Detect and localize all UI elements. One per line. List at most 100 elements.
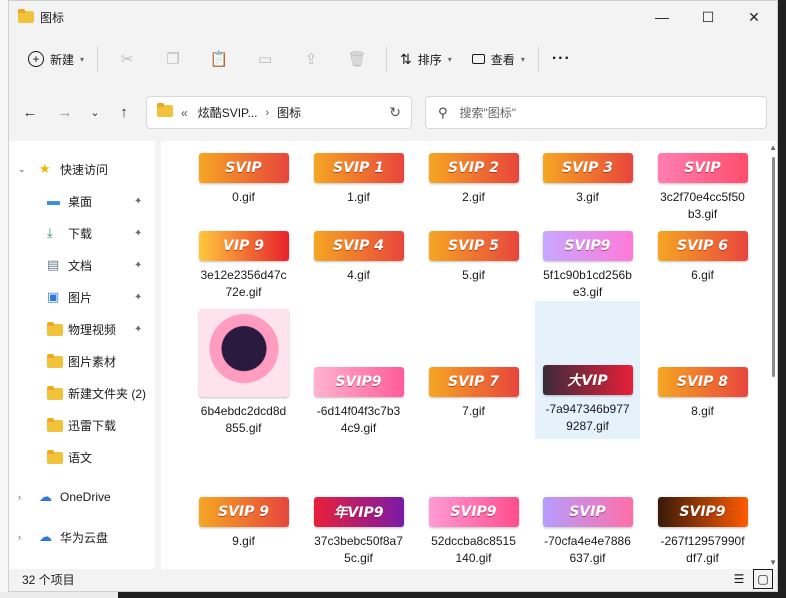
file-item[interactable]: VIP 9 3e12e2356d47c72e.gif (191, 225, 296, 299)
picture-icon: ▣ (47, 289, 60, 304)
details-view-button[interactable]: ☰ (729, 569, 749, 589)
breadcrumb-separator[interactable]: › (266, 107, 270, 119)
maximize-button[interactable]: ☐ (685, 1, 731, 33)
file-item[interactable]: 大VIP -7a947346b9779287.gif (535, 301, 640, 439)
breadcrumb-current[interactable]: 图标 (277, 104, 301, 121)
sidebar-item[interactable]: 新建文件夹 (2) (9, 379, 155, 407)
sidebar-item[interactable]: 物理视频 ✦ (9, 315, 155, 343)
gif-thumbnail: 年VIP9 (313, 497, 404, 527)
recent-locations-button[interactable]: ⌄ (82, 99, 108, 125)
expand-chevron-icon[interactable]: › (18, 532, 21, 542)
view-button[interactable]: 查看 ▾ (465, 43, 532, 75)
pin-icon: ✦ (134, 227, 143, 239)
toolbar-divider (537, 46, 539, 72)
file-item[interactable]: SVIP 5 5.gif (421, 225, 526, 295)
file-name: 2.gif (462, 190, 485, 204)
file-name: 0.gif (232, 190, 255, 204)
download-icon: ⤓ (47, 225, 53, 240)
scrollbar-thumb[interactable] (772, 157, 775, 377)
file-item[interactable]: SVIP 4 4.gif (306, 225, 411, 295)
gif-thumbnail: VIP 9 (198, 231, 289, 261)
file-item[interactable]: SVIP 9 9.gif (191, 491, 296, 569)
rename-icon[interactable]: ▭ (249, 43, 281, 75)
scroll-down-arrow[interactable]: ▼ (769, 558, 777, 567)
gif-thumbnail: SVIP 6 (657, 231, 748, 261)
refresh-button[interactable]: ↻ (389, 104, 401, 121)
sidebar-item[interactable]: ⤓ 下载 ✦ (9, 219, 155, 247)
back-button[interactable]: ← (17, 99, 43, 125)
sidebar-item[interactable]: 图片素材 (9, 347, 155, 375)
file-item[interactable]: SVIP9 -267f12957990fdf7.gif (650, 491, 755, 569)
new-button[interactable]: + 新建 ▾ (21, 43, 91, 75)
plus-circle-icon: + (28, 51, 44, 67)
file-name: 52dccba8c8515140.gif (431, 534, 516, 565)
sidebar-item[interactable]: 迅雷下载 (9, 411, 155, 439)
file-name: 3c2f70e4cc5f50b3.gif (660, 190, 745, 221)
window-controls: — ☐ ✕ (639, 1, 777, 33)
file-item[interactable]: SVIP9 -6d14f04f3c7b34c9.gif (306, 303, 411, 441)
file-item[interactable]: SVIP 3 3.gif (535, 147, 640, 217)
badge-text: SVIP 2 (447, 160, 499, 176)
file-name: 7.gif (462, 404, 485, 418)
sidebar-item[interactable]: 语文 (9, 443, 155, 471)
expand-chevron-icon[interactable]: ⌄ (18, 164, 26, 175)
file-item[interactable]: SVIP 7 7.gif (421, 303, 526, 441)
badge-text: 年VIP9 (333, 505, 384, 521)
sidebar-item[interactable]: › ☁ 华为云盘 (9, 523, 155, 551)
folder-icon (157, 103, 173, 120)
sidebar-item[interactable]: › ☁ OneDrive (9, 483, 155, 511)
tiles-view-button[interactable]: ▢ (753, 569, 773, 589)
file-item[interactable]: SVIP 0.gif (191, 147, 296, 217)
sort-button[interactable]: ⇅ 排序 ▾ (393, 43, 459, 75)
sidebar-item-label: 华为云盘 (60, 530, 109, 545)
file-item[interactable]: SVIP -70cfa4e4e7886637.gif (535, 491, 640, 569)
view-label: 查看 (490, 52, 515, 67)
search-box[interactable]: ⚲ 搜索"图标" (425, 96, 767, 129)
file-item[interactable]: SVIP9 52dccba8c8515140.gif (421, 491, 526, 569)
toolbar-divider (97, 46, 99, 72)
file-name: 37c3bebc50f8a75c.gif (314, 534, 403, 565)
address-overflow[interactable]: « (181, 106, 188, 120)
sidebar-item-label: 物理视频 (68, 322, 117, 337)
file-item[interactable]: SVIP 6 6.gif (650, 225, 755, 295)
share-icon[interactable]: ⇪ (295, 43, 327, 75)
paste-icon[interactable]: 📋 (203, 43, 235, 75)
gif-thumbnail: SVIP9 (428, 497, 519, 527)
gif-thumbnail: SVIP 9 (198, 497, 289, 527)
gif-thumbnail: SVIP 7 (428, 367, 519, 397)
pin-icon: ✦ (134, 259, 143, 271)
gif-thumbnail: SVIP (657, 153, 748, 183)
forward-button[interactable]: → (52, 99, 78, 125)
sidebar-item-label: 文档 (68, 258, 93, 273)
up-button[interactable]: ↑ (111, 99, 137, 125)
more-button[interactable]: ··· (545, 43, 578, 75)
file-item[interactable]: SVIP 8 8.gif (650, 303, 755, 441)
close-button[interactable]: ✕ (731, 1, 777, 33)
minimize-button[interactable]: — (639, 1, 685, 33)
badge-text: SVIP 9 (217, 504, 269, 520)
sidebar-item[interactable]: ⌄ ★ 快速访问 (9, 155, 155, 183)
document-icon: ▤ (47, 257, 60, 272)
pin-icon: ✦ (134, 195, 143, 207)
cut-icon[interactable]: ✂ (111, 43, 143, 75)
address-bar[interactable]: « 炫酷SVIP... › 图标 ↻ (146, 96, 412, 129)
expand-chevron-icon[interactable]: › (18, 492, 21, 502)
badge-text: SVIP9 (679, 504, 726, 520)
file-item[interactable]: SVIP 2 2.gif (421, 147, 526, 217)
scroll-up-arrow[interactable]: ▲ (769, 143, 777, 152)
search-input[interactable]: 搜索"图标" (460, 104, 517, 121)
sidebar-item[interactable]: ▣ 图片 ✦ (9, 283, 155, 311)
file-item[interactable]: 年VIP9 37c3bebc50f8a75c.gif (306, 491, 411, 569)
delete-icon[interactable]: 🗑 (341, 43, 373, 75)
copy-icon[interactable]: ❐ (157, 43, 189, 75)
sidebar-item[interactable]: ▤ 文档 ✦ (9, 251, 155, 279)
breadcrumb-parent[interactable]: 炫酷SVIP... (198, 104, 258, 121)
folder-icon (47, 322, 63, 336)
sidebar-item[interactable]: ▬ 桌面 ✦ (9, 187, 155, 215)
file-item[interactable]: 6b4ebdc2dcd8d855.gif (191, 303, 296, 441)
file-item[interactable]: SVIP 1 1.gif (306, 147, 411, 217)
badge-text: SVIP 4 (332, 238, 384, 254)
file-item[interactable]: SVIP 3c2f70e4cc5f50b3.gif (650, 147, 755, 221)
folder-icon (47, 386, 63, 400)
file-item[interactable]: SVIP9 5f1c90b1cd256be3.gif (535, 225, 640, 299)
